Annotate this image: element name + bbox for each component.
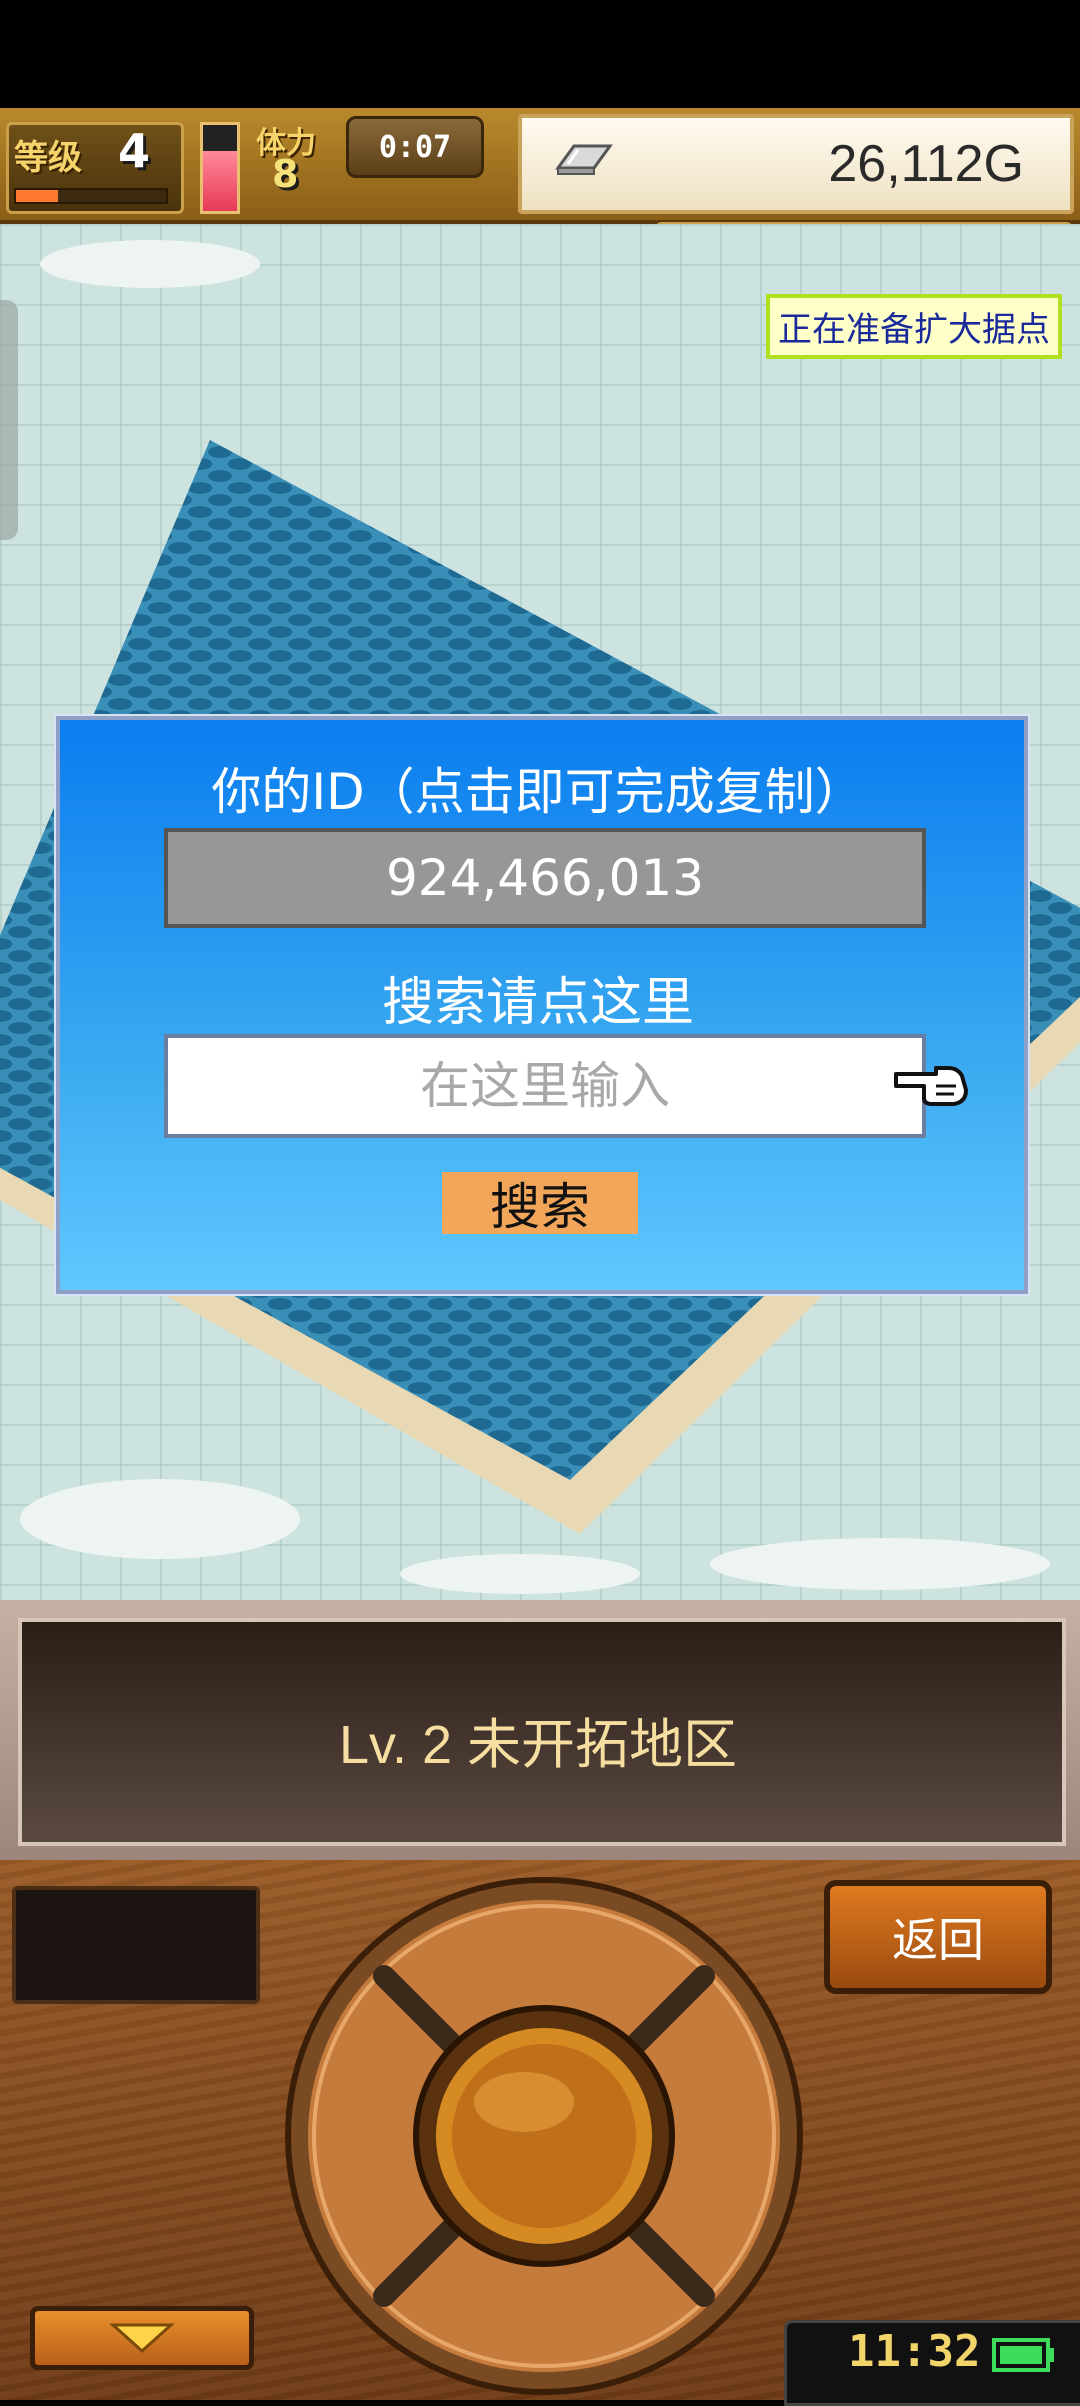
system-top-bar xyxy=(0,0,1080,108)
dialog-title: 你的ID（点击即可完成复制） xyxy=(211,763,865,821)
gold-amount: 26,112G xyxy=(828,135,1024,193)
stamina-value: 8 xyxy=(272,152,299,196)
stamina-gauge xyxy=(200,122,240,214)
direction-pad[interactable] xyxy=(284,1876,804,2396)
stamina-gauge-fill xyxy=(203,150,237,211)
level-label: 等级 xyxy=(14,138,82,178)
silver-bar-icon xyxy=(555,144,613,175)
search-button[interactable]: 搜索 xyxy=(442,1172,638,1236)
area-info-text: Lv. 2 未开拓地区 xyxy=(338,1715,738,1775)
level-value: 4 xyxy=(118,124,151,178)
empty-slot xyxy=(12,1886,260,2004)
menu-expand-button[interactable] xyxy=(30,2306,254,2370)
back-button[interactable]: 返回 xyxy=(824,1880,1052,1994)
battery-icon xyxy=(992,2338,1054,2372)
search-label: 搜索请点这里 xyxy=(381,973,694,1033)
chevron-down-icon xyxy=(109,2323,175,2354)
user-id-copy-field[interactable]: 924,466,013 xyxy=(164,828,926,928)
side-drawer-tab[interactable] xyxy=(0,300,18,540)
stamina-timer: 0:07 xyxy=(346,116,484,178)
pointing-hand-icon xyxy=(894,1066,968,1106)
clock-time: 11:32 xyxy=(848,2326,981,2377)
expansion-notice: 正在准备扩大据点 xyxy=(766,294,1062,359)
search-input[interactable] xyxy=(164,1034,926,1138)
level-progress-bar xyxy=(14,188,168,204)
level-progress-fill xyxy=(16,190,58,202)
